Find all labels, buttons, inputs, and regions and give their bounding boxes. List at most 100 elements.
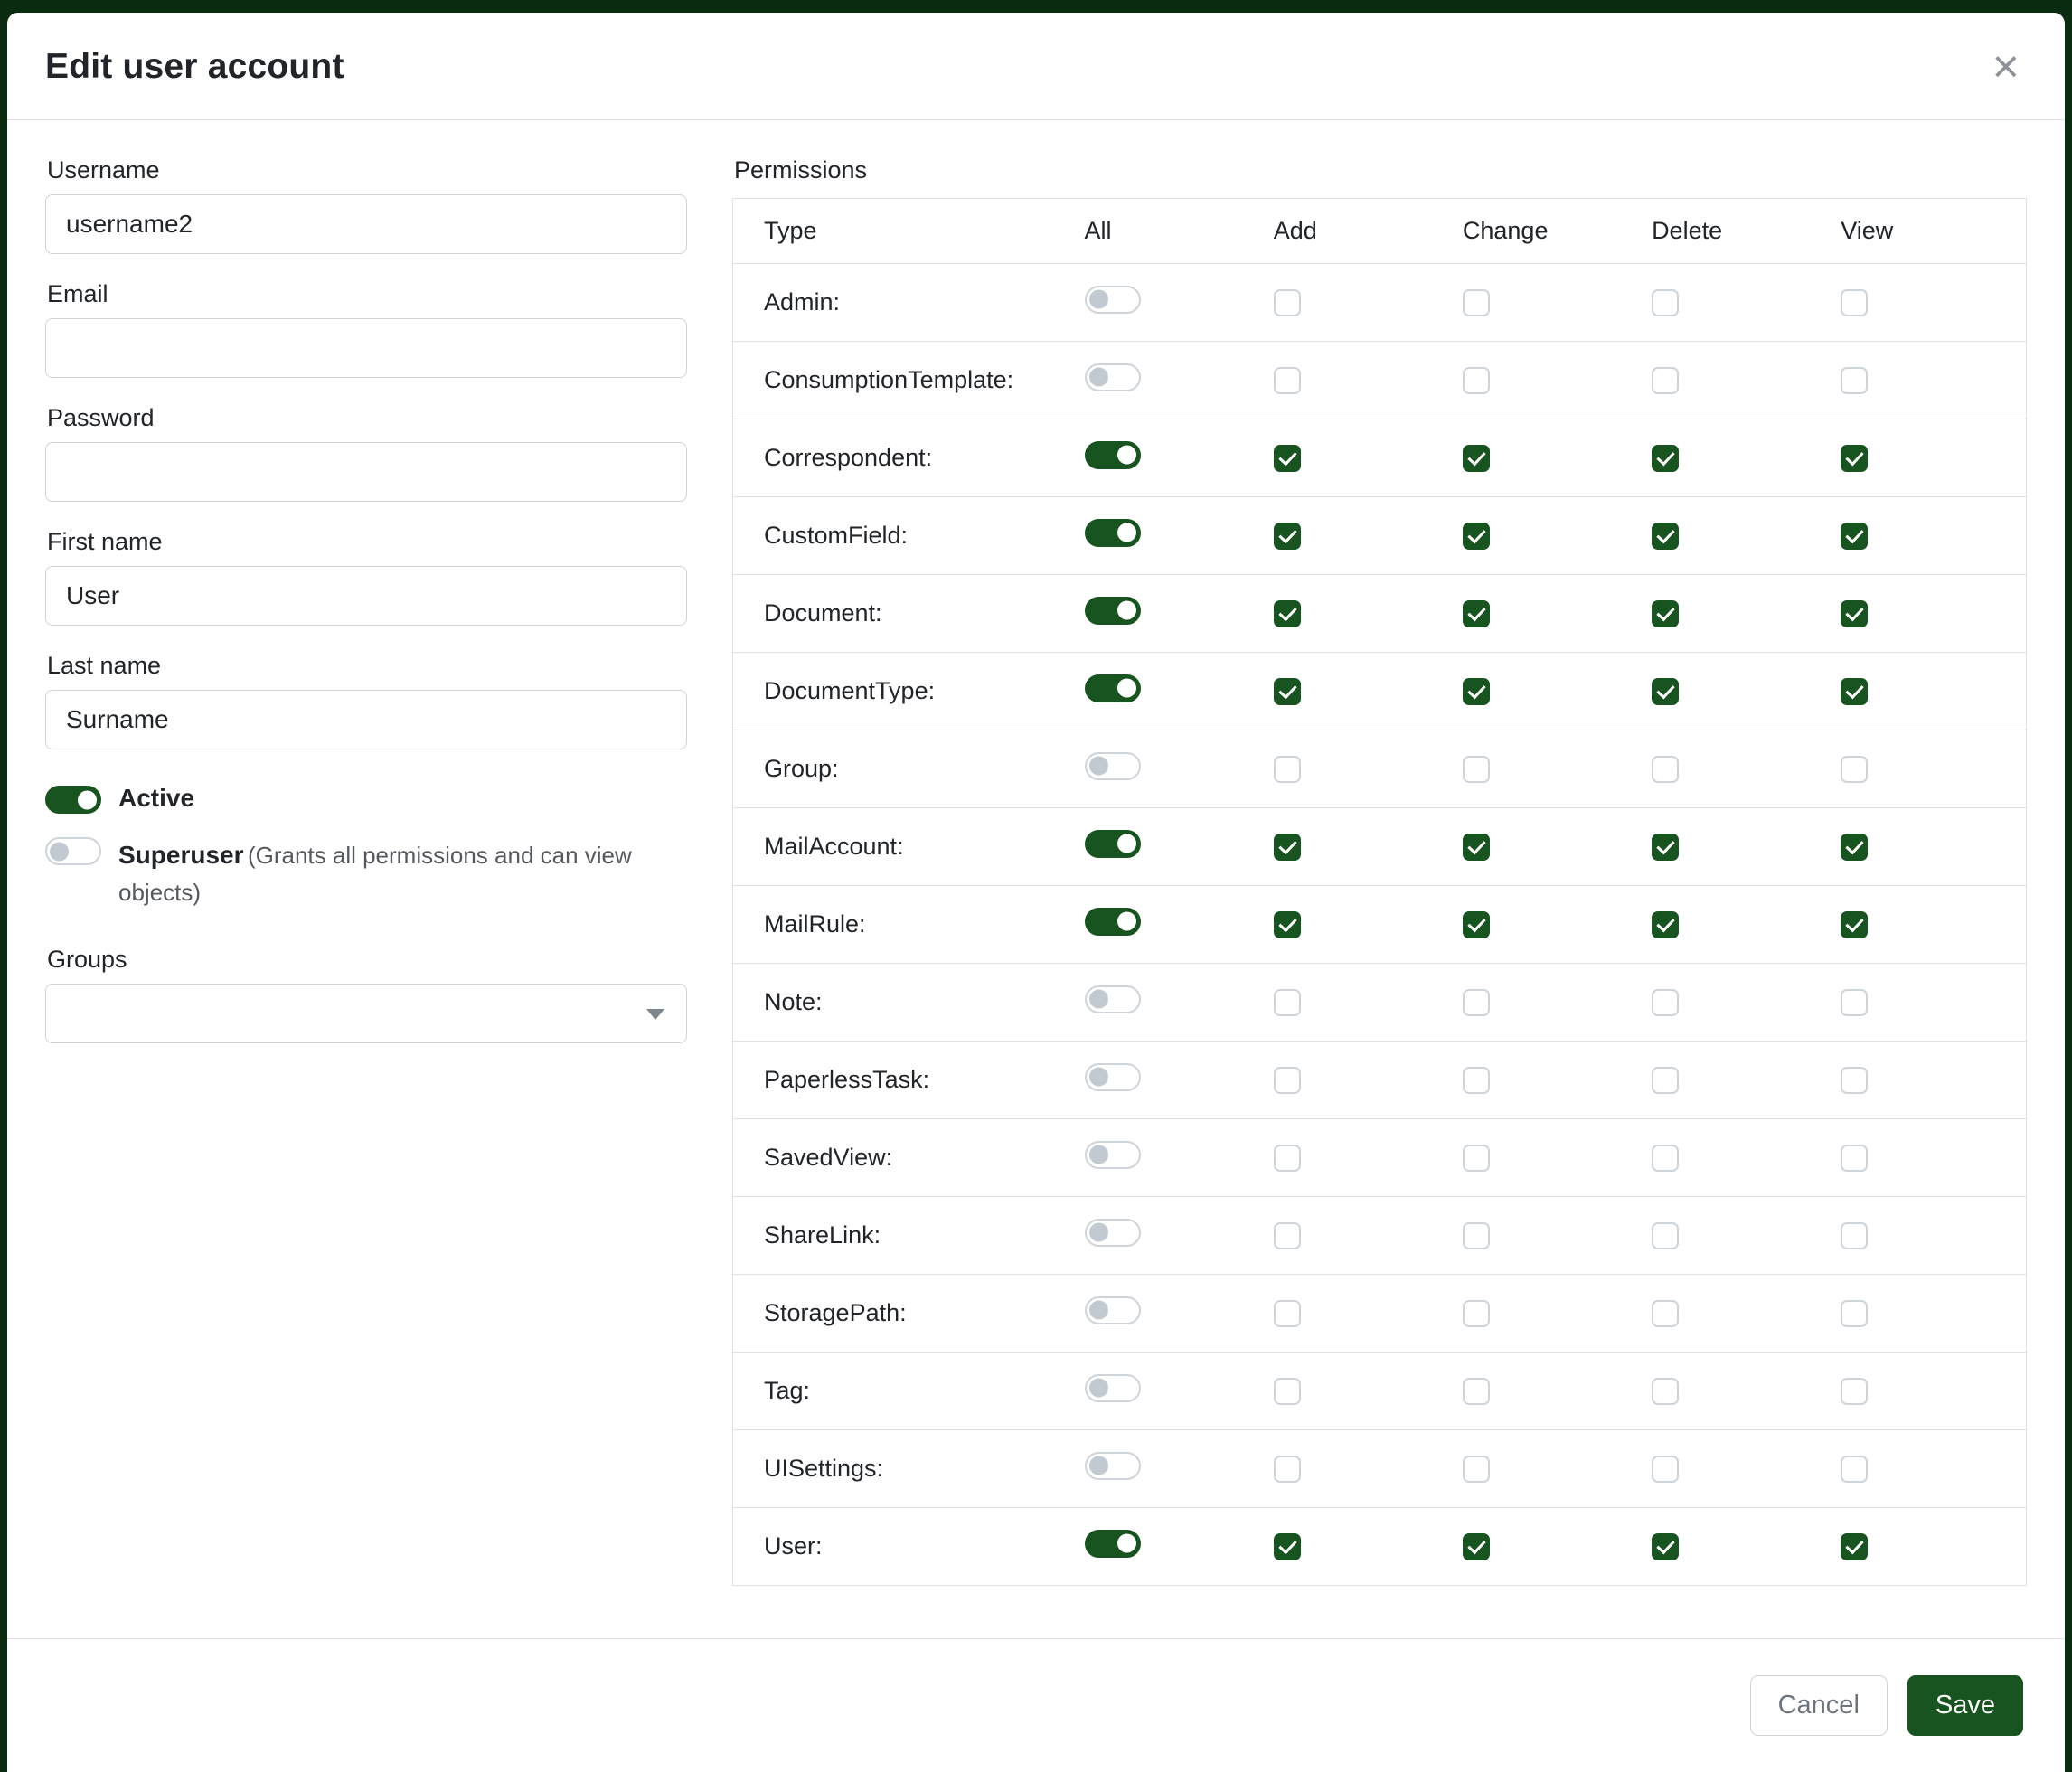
permission-change-checkbox[interactable] xyxy=(1463,1533,1490,1560)
permission-change-checkbox[interactable] xyxy=(1463,756,1490,783)
permission-change-checkbox[interactable] xyxy=(1463,367,1490,394)
cancel-button[interactable]: Cancel xyxy=(1750,1675,1888,1736)
permission-delete-checkbox[interactable] xyxy=(1652,523,1679,550)
permission-view-checkbox[interactable] xyxy=(1841,834,1868,861)
permission-view-checkbox[interactable] xyxy=(1841,1067,1868,1094)
permission-view-checkbox[interactable] xyxy=(1841,1222,1868,1249)
permission-delete-checkbox[interactable] xyxy=(1652,911,1679,938)
permission-add-checkbox[interactable] xyxy=(1274,989,1301,1016)
permission-view-checkbox[interactable] xyxy=(1841,1300,1868,1327)
permission-view-checkbox[interactable] xyxy=(1841,289,1868,316)
permission-all-toggle[interactable] xyxy=(1085,1296,1141,1324)
email-field[interactable] xyxy=(45,318,687,378)
permission-delete-checkbox[interactable] xyxy=(1652,1533,1679,1560)
email-group: Email xyxy=(45,280,687,378)
permission-add-checkbox[interactable] xyxy=(1274,1456,1301,1483)
permission-add-checkbox[interactable] xyxy=(1274,678,1301,705)
permission-view-checkbox[interactable] xyxy=(1841,445,1868,472)
groups-select[interactable] xyxy=(45,984,687,1043)
permission-change-checkbox[interactable] xyxy=(1463,1222,1490,1249)
permission-view-checkbox[interactable] xyxy=(1841,678,1868,705)
permission-view-checkbox[interactable] xyxy=(1841,1145,1868,1172)
permission-change-checkbox[interactable] xyxy=(1463,989,1490,1016)
permission-change-checkbox[interactable] xyxy=(1463,911,1490,938)
permission-delete-checkbox[interactable] xyxy=(1652,834,1679,861)
permission-delete-checkbox[interactable] xyxy=(1652,678,1679,705)
superuser-toggle[interactable] xyxy=(45,837,101,865)
permission-delete-checkbox[interactable] xyxy=(1652,289,1679,316)
permission-view-checkbox[interactable] xyxy=(1841,1456,1868,1483)
permission-delete-checkbox[interactable] xyxy=(1652,1067,1679,1094)
permission-delete-checkbox[interactable] xyxy=(1652,367,1679,394)
permission-view-checkbox[interactable] xyxy=(1841,600,1868,627)
permission-all-toggle[interactable] xyxy=(1085,1530,1141,1558)
permission-all-toggle[interactable] xyxy=(1085,363,1141,391)
permission-add-checkbox[interactable] xyxy=(1274,1222,1301,1249)
first-name-field[interactable] xyxy=(45,566,687,626)
permission-all-toggle[interactable] xyxy=(1085,1219,1141,1247)
permission-all-toggle[interactable] xyxy=(1085,752,1141,780)
permission-add-checkbox[interactable] xyxy=(1274,600,1301,627)
password-label: Password xyxy=(47,404,687,432)
permission-view-checkbox[interactable] xyxy=(1841,989,1868,1016)
permission-all-toggle[interactable] xyxy=(1085,441,1141,469)
permission-all-toggle[interactable] xyxy=(1085,1063,1141,1091)
close-icon[interactable]: × xyxy=(1987,43,2025,90)
permission-change-checkbox[interactable] xyxy=(1463,600,1490,627)
permission-view-checkbox[interactable] xyxy=(1841,911,1868,938)
permission-delete-checkbox[interactable] xyxy=(1652,1145,1679,1172)
permission-delete-checkbox[interactable] xyxy=(1652,1456,1679,1483)
permission-change-checkbox[interactable] xyxy=(1463,678,1490,705)
username-input[interactable] xyxy=(45,194,687,254)
permission-change-checkbox[interactable] xyxy=(1463,834,1490,861)
permission-view-checkbox[interactable] xyxy=(1841,367,1868,394)
permission-add-checkbox[interactable] xyxy=(1274,1145,1301,1172)
permission-all-toggle[interactable] xyxy=(1085,597,1141,625)
permission-add-checkbox[interactable] xyxy=(1274,911,1301,938)
permission-all-toggle[interactable] xyxy=(1085,985,1141,1013)
active-toggle[interactable] xyxy=(45,786,101,814)
permission-all-toggle[interactable] xyxy=(1085,674,1141,702)
permission-delete-checkbox[interactable] xyxy=(1652,1222,1679,1249)
permission-change-checkbox[interactable] xyxy=(1463,445,1490,472)
toggle-knob xyxy=(1117,446,1136,465)
last-name-field[interactable] xyxy=(45,690,687,749)
permission-change-checkbox[interactable] xyxy=(1463,1456,1490,1483)
permission-all-toggle[interactable] xyxy=(1085,519,1141,547)
permission-delete-checkbox[interactable] xyxy=(1652,1378,1679,1405)
permission-view-checkbox[interactable] xyxy=(1841,756,1868,783)
permission-add-checkbox[interactable] xyxy=(1274,289,1301,316)
permission-add-checkbox[interactable] xyxy=(1274,1300,1301,1327)
permission-add-checkbox[interactable] xyxy=(1274,445,1301,472)
permission-add-checkbox[interactable] xyxy=(1274,756,1301,783)
permission-all-toggle[interactable] xyxy=(1085,1374,1141,1402)
permission-change-checkbox[interactable] xyxy=(1463,523,1490,550)
permission-all-toggle[interactable] xyxy=(1085,1452,1141,1480)
permission-add-checkbox[interactable] xyxy=(1274,1378,1301,1405)
permission-change-checkbox[interactable] xyxy=(1463,1145,1490,1172)
permission-delete-checkbox[interactable] xyxy=(1652,1300,1679,1327)
permission-delete-checkbox[interactable] xyxy=(1652,600,1679,627)
permission-change-checkbox[interactable] xyxy=(1463,1300,1490,1327)
permission-all-toggle[interactable] xyxy=(1085,830,1141,858)
save-button[interactable]: Save xyxy=(1907,1675,2023,1736)
permission-view-checkbox[interactable] xyxy=(1841,1533,1868,1560)
permission-delete-checkbox[interactable] xyxy=(1652,989,1679,1016)
permission-change-checkbox[interactable] xyxy=(1463,1067,1490,1094)
permission-all-toggle[interactable] xyxy=(1085,286,1141,314)
permission-add-checkbox[interactable] xyxy=(1274,367,1301,394)
permission-change-checkbox[interactable] xyxy=(1463,289,1490,316)
permission-add-checkbox[interactable] xyxy=(1274,1067,1301,1094)
permission-change-checkbox[interactable] xyxy=(1463,1378,1490,1405)
modal-footer: Cancel Save xyxy=(7,1638,2065,1772)
password-field[interactable] xyxy=(45,442,687,502)
permission-add-checkbox[interactable] xyxy=(1274,523,1301,550)
permission-view-checkbox[interactable] xyxy=(1841,1378,1868,1405)
permission-delete-checkbox[interactable] xyxy=(1652,756,1679,783)
permission-all-toggle[interactable] xyxy=(1085,1141,1141,1169)
permission-add-checkbox[interactable] xyxy=(1274,1533,1301,1560)
permission-view-checkbox[interactable] xyxy=(1841,523,1868,550)
permission-delete-checkbox[interactable] xyxy=(1652,445,1679,472)
permission-add-checkbox[interactable] xyxy=(1274,834,1301,861)
permission-all-toggle[interactable] xyxy=(1085,908,1141,936)
